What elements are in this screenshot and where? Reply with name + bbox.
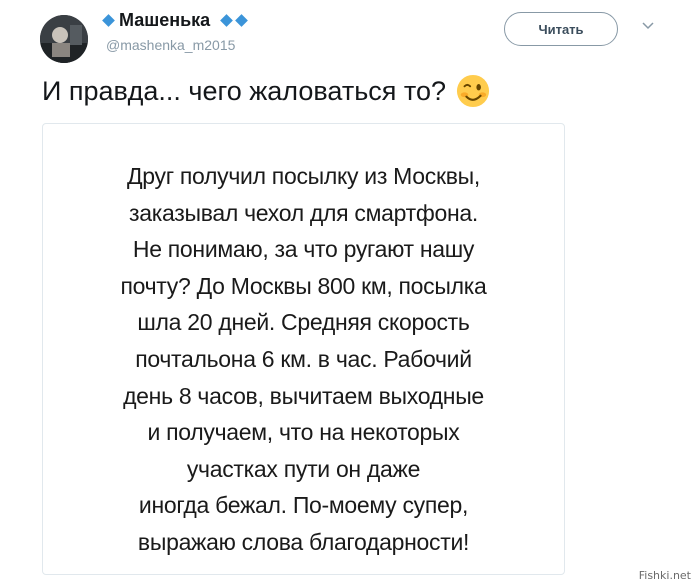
display-name-row[interactable]: Машенька (102, 10, 249, 31)
tweet-text: И правда... чего жаловаться то? (42, 75, 446, 106)
media-text-line: заказывал чехол для смартфона. (129, 199, 478, 226)
tweet-text-row: И правда... чего жаловаться то? (42, 74, 490, 108)
media-text-line: день 8 часов, вычитаем выходные (123, 382, 484, 409)
avatar[interactable] (40, 15, 88, 63)
media-text-line: и получаем, что на некоторых (147, 419, 460, 446)
media-text-line: почтальона 6 км. в час. Рабочий (135, 345, 472, 372)
avatar-image (40, 15, 88, 63)
media-text-line: Не понимаю, за что ругают нашу (132, 236, 475, 263)
follow-button[interactable]: Читать (504, 12, 618, 46)
media-text: Друг получил посылку из Москвы, заказыва… (43, 158, 564, 561)
media-text-line: участках пути он даже (186, 455, 421, 482)
media-text-line: шла 20 дней. Средняя скорость (137, 309, 470, 336)
media-text-line: иногда бежал. По-моему супер, (138, 492, 469, 519)
media-text-line: почту? До Москвы 800 км, посылка (120, 272, 487, 299)
diamond-icon (235, 14, 249, 27)
user-handle[interactable]: @mashenka_m2015 (106, 37, 235, 53)
chevron-down-icon[interactable] (640, 20, 656, 32)
media-text-line: выражаю слова благодарности! (137, 528, 470, 555)
winking-face-icon (456, 74, 490, 108)
diamond-icon (220, 14, 234, 27)
display-name[interactable]: Машенька (119, 10, 210, 31)
diamond-icon (102, 14, 115, 27)
media-card[interactable]: Друг получил посылку из Москвы, заказыва… (42, 123, 565, 575)
media-text-line: Друг получил посылку из Москвы, (127, 163, 480, 189)
watermark: Fishki.net (638, 569, 691, 582)
